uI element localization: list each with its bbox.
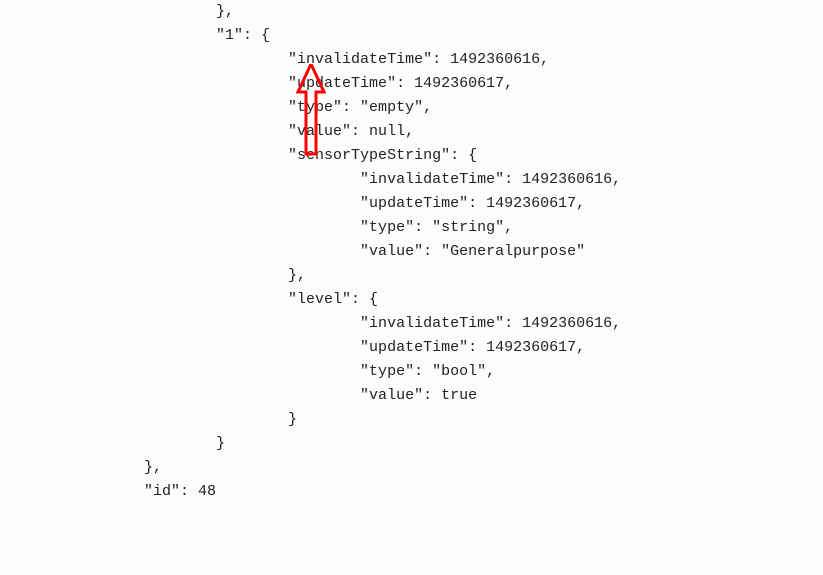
code-line: }, [0, 267, 306, 284]
code-block: }, "1": { "invalidateTime": 1492360616, … [0, 0, 823, 504]
code-line: }, [0, 3, 234, 20]
code-line: "level": { [0, 291, 378, 308]
code-line: }, [0, 459, 162, 476]
code-line: "id": 48 [0, 483, 216, 500]
code-line: "updateTime": 1492360617, [0, 75, 513, 92]
code-line: "updateTime": 1492360617, [0, 195, 585, 212]
code-line: "invalidateTime": 1492360616, [0, 315, 621, 332]
code-line: "invalidateTime": 1492360616, [0, 51, 549, 68]
code-line: "value": "Generalpurpose" [0, 243, 585, 260]
code-line: "updateTime": 1492360617, [0, 339, 585, 356]
code-line: "invalidateTime": 1492360616, [0, 171, 621, 188]
code-line: "value": true [0, 387, 477, 404]
code-line: } [0, 435, 225, 452]
code-line: "type": "bool", [0, 363, 495, 380]
code-pre: }, "1": { "invalidateTime": 1492360616, … [0, 0, 823, 504]
code-line: "type": "empty", [0, 99, 432, 116]
code-line: } [0, 411, 297, 428]
code-line: "value": null, [0, 123, 414, 140]
code-line: "type": "string", [0, 219, 513, 236]
code-line: "sensorTypeString": { [0, 147, 477, 164]
code-line: "1": { [0, 27, 270, 44]
